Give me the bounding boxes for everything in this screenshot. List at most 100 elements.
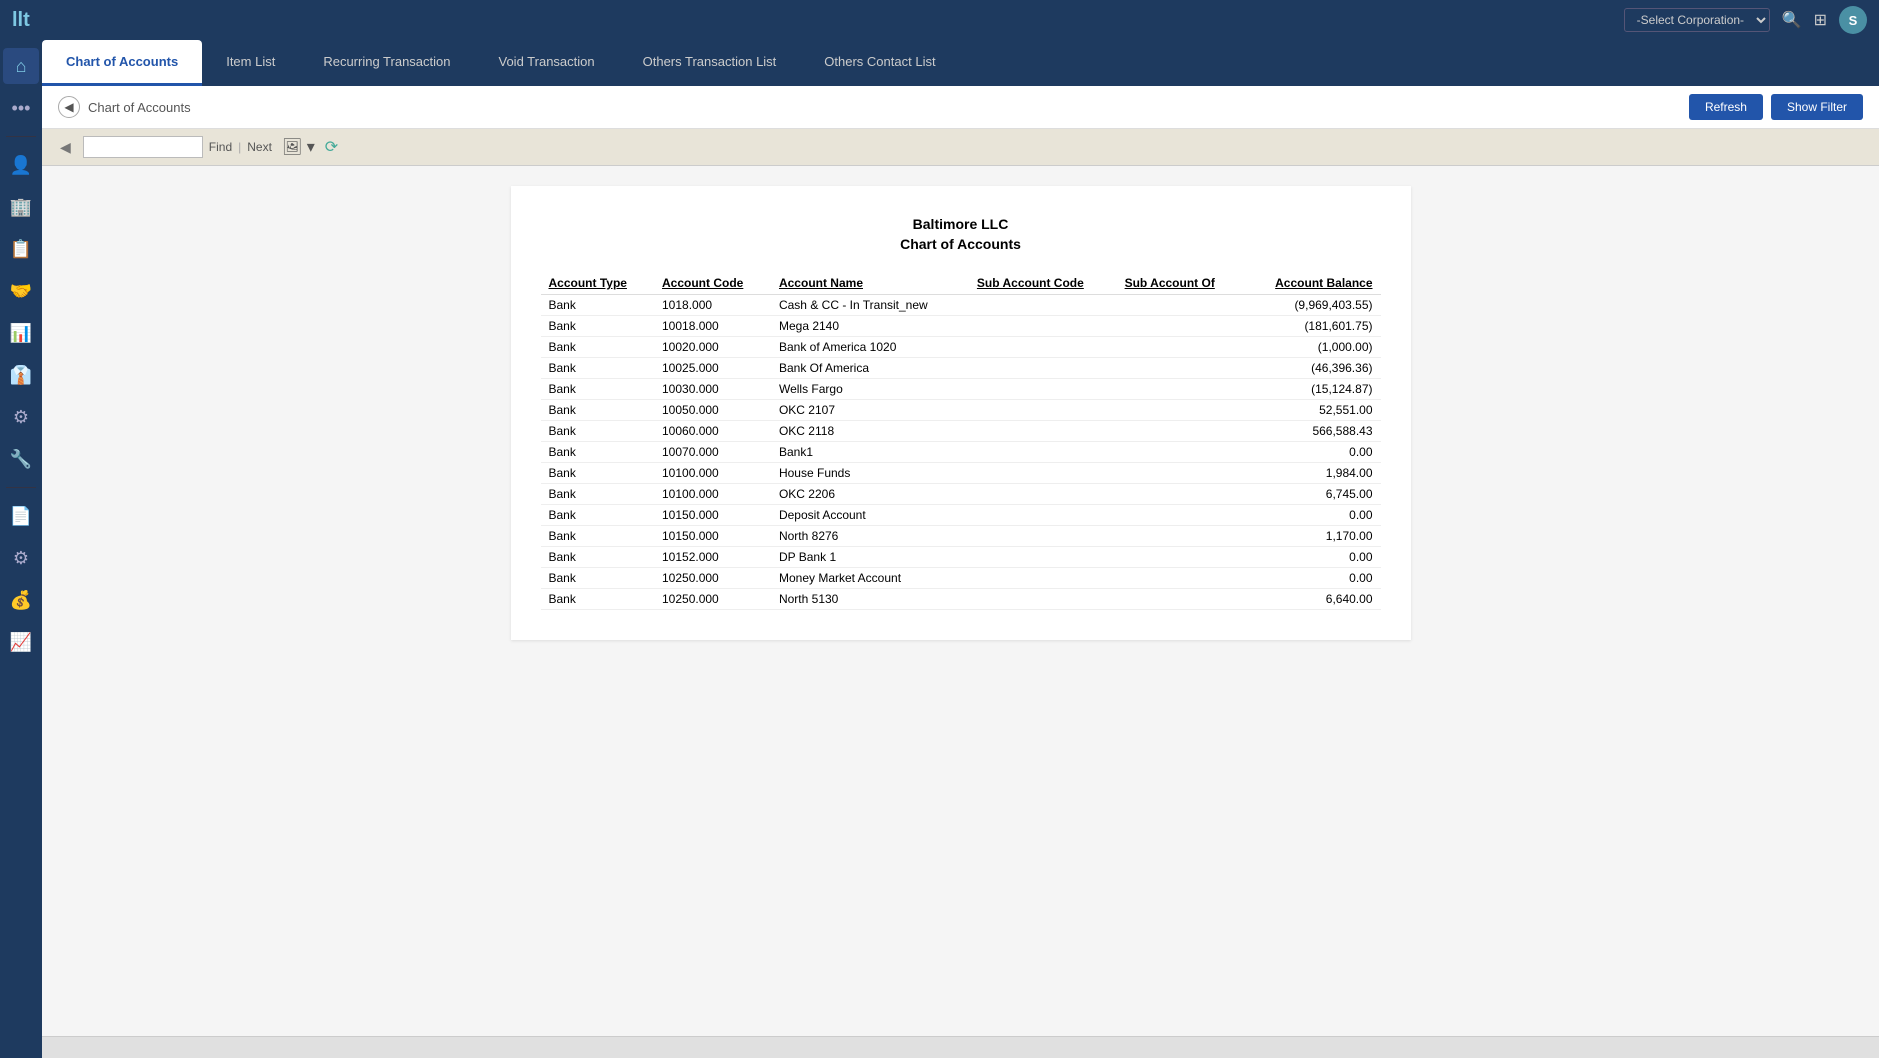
search-icon[interactable]: 🔍	[1782, 10, 1802, 30]
tab-item-list[interactable]: Item List	[202, 40, 299, 86]
tab-others-transaction-list[interactable]: Others Transaction List	[619, 40, 801, 86]
table-row[interactable]: Bank 10152.000 DP Bank 1 0.00	[541, 547, 1381, 568]
back-button[interactable]: ◀	[58, 96, 80, 118]
cell-account-balance: 1,170.00	[1244, 526, 1380, 547]
cell-account-name: Bank Of America	[771, 358, 969, 379]
report-company: Baltimore LLC	[541, 216, 1381, 232]
sidebar: ⌂ ••• 👤 🏢 📋 🤝 📊 👔 ⚙ 🔧 📄 ⚙ 💰 📈	[0, 40, 42, 1058]
cell-sub-account-of	[1117, 484, 1245, 505]
report-container: Baltimore LLC Chart of Accounts Account …	[511, 186, 1411, 640]
tab-chart-of-accounts[interactable]: Chart of Accounts	[42, 40, 202, 86]
breadcrumb-bar: ◀ Chart of Accounts Refresh Show Filter	[42, 86, 1879, 129]
cell-sub-account-of	[1117, 505, 1245, 526]
cell-account-balance: 0.00	[1244, 547, 1380, 568]
cell-sub-account-of	[1117, 379, 1245, 400]
table-row[interactable]: Bank 1018.000 Cash & CC - In Transit_new…	[541, 295, 1381, 316]
cell-account-balance: 0.00	[1244, 568, 1380, 589]
grid-icon[interactable]: ⊞	[1814, 10, 1827, 30]
user-avatar[interactable]: S	[1839, 6, 1867, 34]
cell-account-code: 10150.000	[654, 505, 771, 526]
cell-account-type: Bank	[541, 421, 655, 442]
table-row[interactable]: Bank 10020.000 Bank of America 1020 (1,0…	[541, 337, 1381, 358]
sidebar-item-reports[interactable]: 📊	[3, 315, 39, 351]
report-title: Chart of Accounts	[541, 236, 1381, 252]
sidebar-item-finance[interactable]: 💰	[3, 582, 39, 618]
app-logo: llt	[12, 9, 30, 32]
statusbar	[42, 1036, 1879, 1058]
cell-account-type: Bank	[541, 379, 655, 400]
cell-sub-account-code	[969, 547, 1117, 568]
sidebar-divider-2	[6, 487, 36, 488]
breadcrumb-buttons: Refresh Show Filter	[1689, 94, 1863, 120]
sidebar-item-settings[interactable]: ⚙	[3, 399, 39, 435]
show-filter-button[interactable]: Show Filter	[1771, 94, 1863, 120]
toolbar-back-arrow[interactable]: ◀	[54, 137, 77, 158]
cell-account-type: Bank	[541, 337, 655, 358]
cell-account-name: Money Market Account	[771, 568, 969, 589]
table-row[interactable]: Bank 10150.000 Deposit Account 0.00	[541, 505, 1381, 526]
tab-void-transaction[interactable]: Void Transaction	[475, 40, 619, 86]
cell-account-name: House Funds	[771, 463, 969, 484]
cell-sub-account-code	[969, 442, 1117, 463]
table-row[interactable]: Bank 10100.000 House Funds 1,984.00	[541, 463, 1381, 484]
sidebar-item-user[interactable]: 👤	[3, 147, 39, 183]
search-input[interactable]	[83, 136, 203, 158]
sidebar-item-home[interactable]: ⌂	[3, 48, 39, 84]
sidebar-item-more[interactable]: •••	[3, 90, 39, 126]
breadcrumb-left: ◀ Chart of Accounts	[58, 96, 191, 118]
cell-account-code: 10150.000	[654, 526, 771, 547]
refresh-button[interactable]: Refresh	[1689, 94, 1763, 120]
cell-account-type: Bank	[541, 505, 655, 526]
col-account-code: Account Code	[654, 272, 771, 295]
sidebar-item-contacts[interactable]: 🤝	[3, 273, 39, 309]
table-row[interactable]: Bank 10060.000 OKC 2118 566,588.43	[541, 421, 1381, 442]
sidebar-item-buildings[interactable]: 🏢	[3, 189, 39, 225]
col-sub-account-of: Sub Account Of	[1117, 272, 1245, 295]
cell-account-code: 10018.000	[654, 316, 771, 337]
table-row[interactable]: Bank 10030.000 Wells Fargo (15,124.87)	[541, 379, 1381, 400]
sidebar-item-person[interactable]: 👔	[3, 357, 39, 393]
sidebar-item-chart[interactable]: 📈	[3, 624, 39, 660]
next-label[interactable]: Next	[247, 140, 272, 154]
topbar-right: -Select Corporation- 🔍 ⊞ S	[1624, 6, 1867, 34]
tab-bar: Chart of Accounts Item List Recurring Tr…	[42, 40, 1879, 86]
cell-sub-account-code	[969, 589, 1117, 610]
export-icon[interactable]: 🖼 ▾	[278, 135, 319, 159]
table-row[interactable]: Bank 10250.000 North 5130 6,640.00	[541, 589, 1381, 610]
sidebar-item-transactions[interactable]: 📄	[3, 498, 39, 534]
cell-account-balance: 566,588.43	[1244, 421, 1380, 442]
cell-account-code: 1018.000	[654, 295, 771, 316]
table-row[interactable]: Bank 10070.000 Bank1 0.00	[541, 442, 1381, 463]
cell-account-type: Bank	[541, 295, 655, 316]
table-row[interactable]: Bank 10025.000 Bank Of America (46,396.3…	[541, 358, 1381, 379]
table-row[interactable]: Bank 10250.000 Money Market Account 0.00	[541, 568, 1381, 589]
sidebar-item-tools[interactable]: 🔧	[3, 441, 39, 477]
cell-account-code: 10250.000	[654, 589, 771, 610]
table-row[interactable]: Bank 10018.000 Mega 2140 (181,601.75)	[541, 316, 1381, 337]
toolbar-separator: |	[238, 140, 241, 154]
col-account-type: Account Type	[541, 272, 655, 295]
cell-account-balance: 6,745.00	[1244, 484, 1380, 505]
cell-account-balance: 52,551.00	[1244, 400, 1380, 421]
cell-account-name: Wells Fargo	[771, 379, 969, 400]
sidebar-item-documents[interactable]: 📋	[3, 231, 39, 267]
tab-others-contact-list[interactable]: Others Contact List	[800, 40, 959, 86]
sidebar-item-system-settings[interactable]: ⚙	[3, 540, 39, 576]
cell-account-type: Bank	[541, 442, 655, 463]
table-row[interactable]: Bank 10100.000 OKC 2206 6,745.00	[541, 484, 1381, 505]
tab-recurring-transaction[interactable]: Recurring Transaction	[299, 40, 474, 86]
cell-account-balance: (1,000.00)	[1244, 337, 1380, 358]
table-row[interactable]: Bank 10150.000 North 8276 1,170.00	[541, 526, 1381, 547]
cell-sub-account-of	[1117, 316, 1245, 337]
find-label: Find	[209, 140, 232, 154]
cell-sub-account-of	[1117, 463, 1245, 484]
cell-sub-account-of	[1117, 442, 1245, 463]
toolbar-refresh-icon[interactable]: ⟳	[325, 137, 338, 157]
corporation-select[interactable]: -Select Corporation-	[1624, 8, 1770, 32]
col-account-balance: Account Balance	[1244, 272, 1380, 295]
cell-account-balance: (181,601.75)	[1244, 316, 1380, 337]
cell-sub-account-of	[1117, 589, 1245, 610]
cell-account-balance: (46,396.36)	[1244, 358, 1380, 379]
cell-sub-account-of	[1117, 337, 1245, 358]
table-row[interactable]: Bank 10050.000 OKC 2107 52,551.00	[541, 400, 1381, 421]
